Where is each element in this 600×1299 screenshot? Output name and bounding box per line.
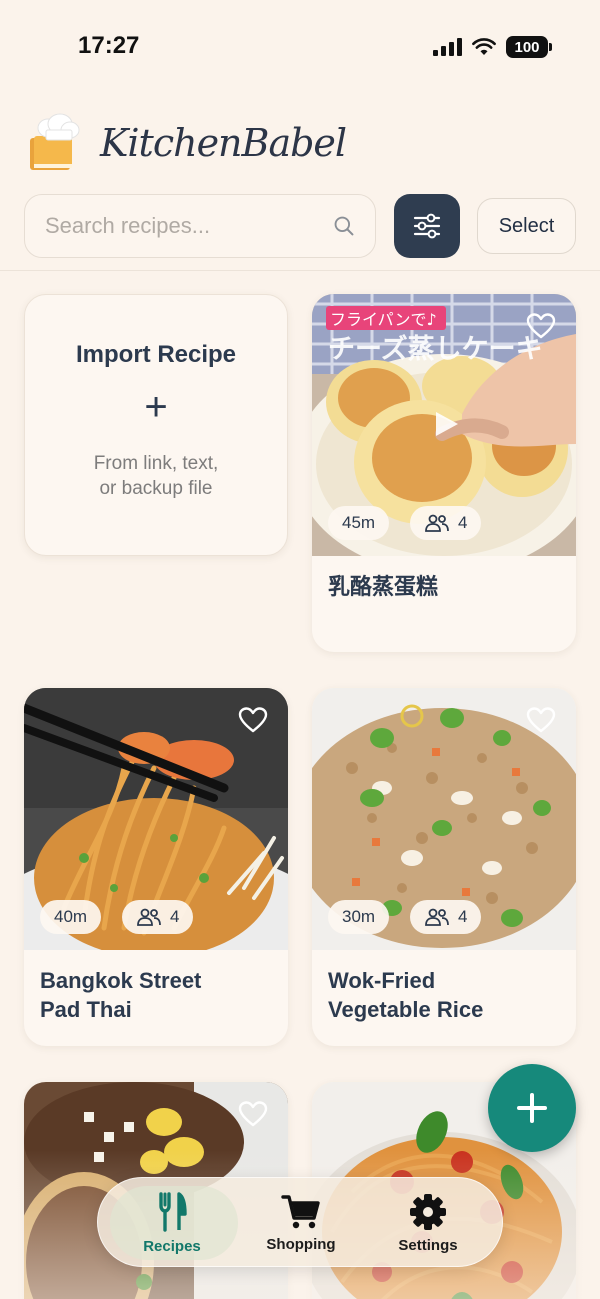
bottom-nav: Recipes Shopping Settings: [97, 1177, 503, 1267]
servings-badge: 4: [122, 900, 194, 934]
recipe-photo: 40m 4: [24, 688, 288, 950]
servings-badge: 4: [410, 900, 482, 934]
signal-icon: [433, 38, 462, 56]
servings-badge: 4: [410, 506, 482, 540]
plus-icon: +: [144, 385, 168, 429]
favorite-heart-icon[interactable]: [526, 312, 556, 340]
status-time: 17:27: [78, 32, 140, 59]
battery-icon: 100: [506, 36, 552, 58]
toolbar: Select: [24, 194, 576, 258]
recipe-card[interactable]: 40m 4 Bangkok Street Pad Thai: [24, 688, 288, 1046]
cook-time-badge: 45m: [328, 506, 390, 540]
nav-label: Settings: [398, 1236, 458, 1254]
status-bar: 17:27 100: [0, 0, 600, 96]
favorite-heart-icon[interactable]: [526, 706, 556, 734]
plus-icon: [517, 1093, 547, 1123]
search-input[interactable]: [45, 213, 333, 239]
nav-label: Shopping: [266, 1235, 336, 1253]
recipe-photo: 30m 4: [312, 688, 576, 950]
app-header: KitchenBabel: [26, 112, 347, 174]
chef-hat-book-icon: [26, 112, 82, 174]
overlay-tag: フライパンで♪: [330, 310, 437, 329]
people-icon: [425, 514, 449, 532]
search-box[interactable]: [24, 194, 376, 258]
add-recipe-button[interactable]: [488, 1064, 576, 1152]
app-title: KitchenBabel: [100, 121, 347, 165]
header-divider: [0, 270, 600, 271]
people-icon: [425, 908, 449, 926]
cook-time-badge: 40m: [40, 900, 102, 934]
nav-tab-recipes[interactable]: Recipes: [106, 1178, 238, 1268]
status-icons: 100: [433, 36, 552, 58]
recipe-card[interactable]: フライパンで♪ チーズ蒸しケーキ 45m 4 乳酪蒸蛋糕: [312, 294, 576, 652]
recipe-title: 乳酪蒸蛋糕: [328, 574, 439, 599]
cook-time-badge: 30m: [328, 900, 390, 934]
favorite-heart-icon[interactable]: [238, 1100, 268, 1128]
wifi-icon: [472, 38, 496, 55]
import-title: Import Recipe: [75, 341, 237, 368]
people-icon: [137, 908, 161, 926]
cart-icon: [281, 1194, 320, 1228]
nav-label: Recipes: [143, 1237, 201, 1255]
sliders-icon: [413, 213, 441, 239]
fork-knife-icon: [159, 1191, 187, 1232]
import-subtitle: From link, text, or backup file: [93, 453, 219, 499]
recipe-title: Wok-Fried Vegetable Rice: [328, 968, 484, 1022]
search-icon[interactable]: [333, 213, 355, 239]
select-button[interactable]: Select: [477, 198, 576, 254]
nav-tab-shopping[interactable]: Shopping: [235, 1178, 367, 1268]
recipe-title: Bangkok Street Pad Thai: [40, 968, 202, 1022]
filter-button[interactable]: [394, 194, 460, 258]
nav-tab-settings[interactable]: Settings: [362, 1178, 494, 1268]
import-recipe-card[interactable]: Import Recipe + From link, text, or back…: [24, 294, 288, 556]
gear-icon: [410, 1193, 446, 1230]
recipe-card[interactable]: 30m 4 Wok-Fried Vegetable Rice: [312, 688, 576, 1046]
recipe-photo: フライパンで♪ チーズ蒸しケーキ 45m 4: [312, 294, 576, 556]
favorite-heart-icon[interactable]: [238, 706, 268, 734]
overlay-caption: チーズ蒸しケーキ: [328, 333, 543, 365]
